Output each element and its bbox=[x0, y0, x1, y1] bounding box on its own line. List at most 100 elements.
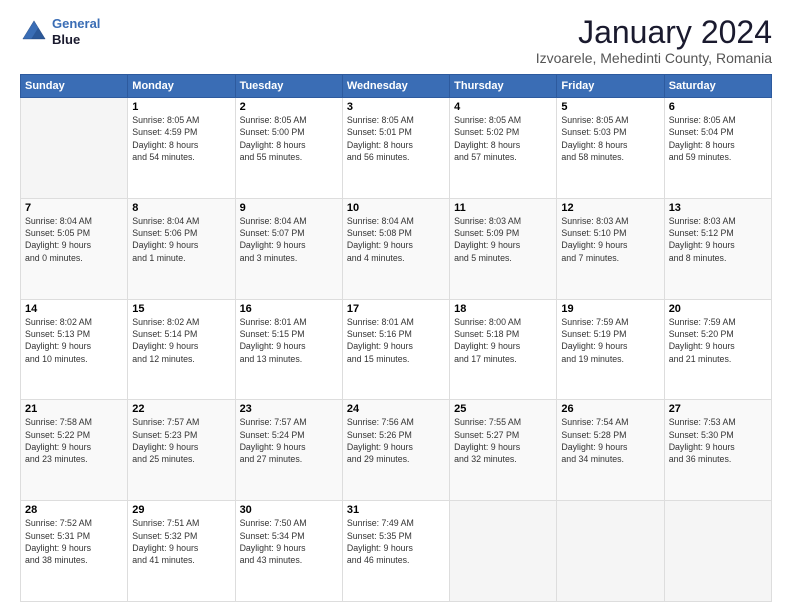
calendar-week-5: 28Sunrise: 7:52 AM Sunset: 5:31 PM Dayli… bbox=[21, 501, 772, 602]
day-number: 21 bbox=[25, 403, 123, 415]
day-info: Sunrise: 8:05 AM Sunset: 5:04 PM Dayligh… bbox=[669, 114, 767, 163]
calendar-week-3: 14Sunrise: 8:02 AM Sunset: 5:13 PM Dayli… bbox=[21, 299, 772, 400]
day-info: Sunrise: 8:03 AM Sunset: 5:09 PM Dayligh… bbox=[454, 215, 552, 264]
day-number: 19 bbox=[561, 303, 659, 315]
day-number: 14 bbox=[25, 303, 123, 315]
day-info: Sunrise: 8:02 AM Sunset: 5:14 PM Dayligh… bbox=[132, 316, 230, 365]
calendar-cell: 25Sunrise: 7:55 AM Sunset: 5:27 PM Dayli… bbox=[450, 400, 557, 501]
month-title: January 2024 bbox=[536, 16, 772, 48]
day-number: 1 bbox=[132, 101, 230, 113]
calendar-cell bbox=[450, 501, 557, 602]
day-number: 15 bbox=[132, 303, 230, 315]
logo-text: General Blue bbox=[52, 16, 100, 47]
day-info: Sunrise: 8:01 AM Sunset: 5:16 PM Dayligh… bbox=[347, 316, 445, 365]
day-info: Sunrise: 8:04 AM Sunset: 5:05 PM Dayligh… bbox=[25, 215, 123, 264]
day-info: Sunrise: 8:04 AM Sunset: 5:06 PM Dayligh… bbox=[132, 215, 230, 264]
day-number: 23 bbox=[240, 403, 338, 415]
calendar-cell: 27Sunrise: 7:53 AM Sunset: 5:30 PM Dayli… bbox=[664, 400, 771, 501]
day-info: Sunrise: 7:49 AM Sunset: 5:35 PM Dayligh… bbox=[347, 517, 445, 566]
day-info: Sunrise: 7:51 AM Sunset: 5:32 PM Dayligh… bbox=[132, 517, 230, 566]
day-info: Sunrise: 7:50 AM Sunset: 5:34 PM Dayligh… bbox=[240, 517, 338, 566]
day-number: 6 bbox=[669, 101, 767, 113]
day-number: 3 bbox=[347, 101, 445, 113]
day-info: Sunrise: 7:54 AM Sunset: 5:28 PM Dayligh… bbox=[561, 416, 659, 465]
day-number: 4 bbox=[454, 101, 552, 113]
day-number: 25 bbox=[454, 403, 552, 415]
day-number: 11 bbox=[454, 202, 552, 214]
calendar-cell: 14Sunrise: 8:02 AM Sunset: 5:13 PM Dayli… bbox=[21, 299, 128, 400]
calendar-cell: 13Sunrise: 8:03 AM Sunset: 5:12 PM Dayli… bbox=[664, 198, 771, 299]
day-number: 17 bbox=[347, 303, 445, 315]
day-number: 18 bbox=[454, 303, 552, 315]
calendar-cell: 18Sunrise: 8:00 AM Sunset: 5:18 PM Dayli… bbox=[450, 299, 557, 400]
day-number: 24 bbox=[347, 403, 445, 415]
day-info: Sunrise: 8:02 AM Sunset: 5:13 PM Dayligh… bbox=[25, 316, 123, 365]
day-info: Sunrise: 8:03 AM Sunset: 5:12 PM Dayligh… bbox=[669, 215, 767, 264]
day-number: 7 bbox=[25, 202, 123, 214]
logo: General Blue bbox=[20, 16, 100, 47]
calendar-cell: 2Sunrise: 8:05 AM Sunset: 5:00 PM Daylig… bbox=[235, 98, 342, 199]
page: General Blue January 2024 Izvoarele, Meh… bbox=[0, 0, 792, 612]
calendar-cell: 1Sunrise: 8:05 AM Sunset: 4:59 PM Daylig… bbox=[128, 98, 235, 199]
col-header-wednesday: Wednesday bbox=[342, 75, 449, 98]
location: Izvoarele, Mehedinti County, Romania bbox=[536, 50, 772, 66]
calendar-cell: 15Sunrise: 8:02 AM Sunset: 5:14 PM Dayli… bbox=[128, 299, 235, 400]
day-info: Sunrise: 7:57 AM Sunset: 5:23 PM Dayligh… bbox=[132, 416, 230, 465]
day-info: Sunrise: 8:03 AM Sunset: 5:10 PM Dayligh… bbox=[561, 215, 659, 264]
calendar-cell: 26Sunrise: 7:54 AM Sunset: 5:28 PM Dayli… bbox=[557, 400, 664, 501]
calendar-cell: 28Sunrise: 7:52 AM Sunset: 5:31 PM Dayli… bbox=[21, 501, 128, 602]
day-number: 29 bbox=[132, 504, 230, 516]
calendar-cell: 11Sunrise: 8:03 AM Sunset: 5:09 PM Dayli… bbox=[450, 198, 557, 299]
logo-icon bbox=[20, 18, 48, 46]
day-info: Sunrise: 8:04 AM Sunset: 5:07 PM Dayligh… bbox=[240, 215, 338, 264]
calendar-cell: 22Sunrise: 7:57 AM Sunset: 5:23 PM Dayli… bbox=[128, 400, 235, 501]
day-number: 28 bbox=[25, 504, 123, 516]
calendar-cell: 5Sunrise: 8:05 AM Sunset: 5:03 PM Daylig… bbox=[557, 98, 664, 199]
calendar-cell: 9Sunrise: 8:04 AM Sunset: 5:07 PM Daylig… bbox=[235, 198, 342, 299]
calendar-cell: 31Sunrise: 7:49 AM Sunset: 5:35 PM Dayli… bbox=[342, 501, 449, 602]
day-number: 10 bbox=[347, 202, 445, 214]
calendar-cell bbox=[557, 501, 664, 602]
calendar-cell: 20Sunrise: 7:59 AM Sunset: 5:20 PM Dayli… bbox=[664, 299, 771, 400]
calendar-cell: 30Sunrise: 7:50 AM Sunset: 5:34 PM Dayli… bbox=[235, 501, 342, 602]
day-info: Sunrise: 8:05 AM Sunset: 4:59 PM Dayligh… bbox=[132, 114, 230, 163]
calendar-cell: 24Sunrise: 7:56 AM Sunset: 5:26 PM Dayli… bbox=[342, 400, 449, 501]
day-number: 27 bbox=[669, 403, 767, 415]
day-info: Sunrise: 7:56 AM Sunset: 5:26 PM Dayligh… bbox=[347, 416, 445, 465]
day-number: 13 bbox=[669, 202, 767, 214]
day-number: 20 bbox=[669, 303, 767, 315]
day-info: Sunrise: 7:53 AM Sunset: 5:30 PM Dayligh… bbox=[669, 416, 767, 465]
calendar-cell: 21Sunrise: 7:58 AM Sunset: 5:22 PM Dayli… bbox=[21, 400, 128, 501]
calendar-cell: 6Sunrise: 8:05 AM Sunset: 5:04 PM Daylig… bbox=[664, 98, 771, 199]
col-header-sunday: Sunday bbox=[21, 75, 128, 98]
title-block: January 2024 Izvoarele, Mehedinti County… bbox=[536, 16, 772, 66]
day-info: Sunrise: 7:52 AM Sunset: 5:31 PM Dayligh… bbox=[25, 517, 123, 566]
day-info: Sunrise: 8:01 AM Sunset: 5:15 PM Dayligh… bbox=[240, 316, 338, 365]
day-number: 16 bbox=[240, 303, 338, 315]
day-number: 2 bbox=[240, 101, 338, 113]
day-info: Sunrise: 7:57 AM Sunset: 5:24 PM Dayligh… bbox=[240, 416, 338, 465]
calendar-cell: 19Sunrise: 7:59 AM Sunset: 5:19 PM Dayli… bbox=[557, 299, 664, 400]
calendar-week-4: 21Sunrise: 7:58 AM Sunset: 5:22 PM Dayli… bbox=[21, 400, 772, 501]
header: General Blue January 2024 Izvoarele, Meh… bbox=[20, 16, 772, 66]
calendar-table: SundayMondayTuesdayWednesdayThursdayFrid… bbox=[20, 74, 772, 602]
day-info: Sunrise: 7:59 AM Sunset: 5:19 PM Dayligh… bbox=[561, 316, 659, 365]
col-header-monday: Monday bbox=[128, 75, 235, 98]
day-info: Sunrise: 8:00 AM Sunset: 5:18 PM Dayligh… bbox=[454, 316, 552, 365]
calendar-cell: 4Sunrise: 8:05 AM Sunset: 5:02 PM Daylig… bbox=[450, 98, 557, 199]
day-number: 26 bbox=[561, 403, 659, 415]
calendar-cell: 8Sunrise: 8:04 AM Sunset: 5:06 PM Daylig… bbox=[128, 198, 235, 299]
day-info: Sunrise: 8:05 AM Sunset: 5:03 PM Dayligh… bbox=[561, 114, 659, 163]
calendar-cell: 3Sunrise: 8:05 AM Sunset: 5:01 PM Daylig… bbox=[342, 98, 449, 199]
calendar-cell: 29Sunrise: 7:51 AM Sunset: 5:32 PM Dayli… bbox=[128, 501, 235, 602]
calendar-cell: 17Sunrise: 8:01 AM Sunset: 5:16 PM Dayli… bbox=[342, 299, 449, 400]
day-info: Sunrise: 7:55 AM Sunset: 5:27 PM Dayligh… bbox=[454, 416, 552, 465]
day-info: Sunrise: 7:59 AM Sunset: 5:20 PM Dayligh… bbox=[669, 316, 767, 365]
col-header-saturday: Saturday bbox=[664, 75, 771, 98]
day-number: 8 bbox=[132, 202, 230, 214]
day-number: 9 bbox=[240, 202, 338, 214]
day-number: 31 bbox=[347, 504, 445, 516]
calendar-cell: 16Sunrise: 8:01 AM Sunset: 5:15 PM Dayli… bbox=[235, 299, 342, 400]
col-header-tuesday: Tuesday bbox=[235, 75, 342, 98]
day-number: 22 bbox=[132, 403, 230, 415]
